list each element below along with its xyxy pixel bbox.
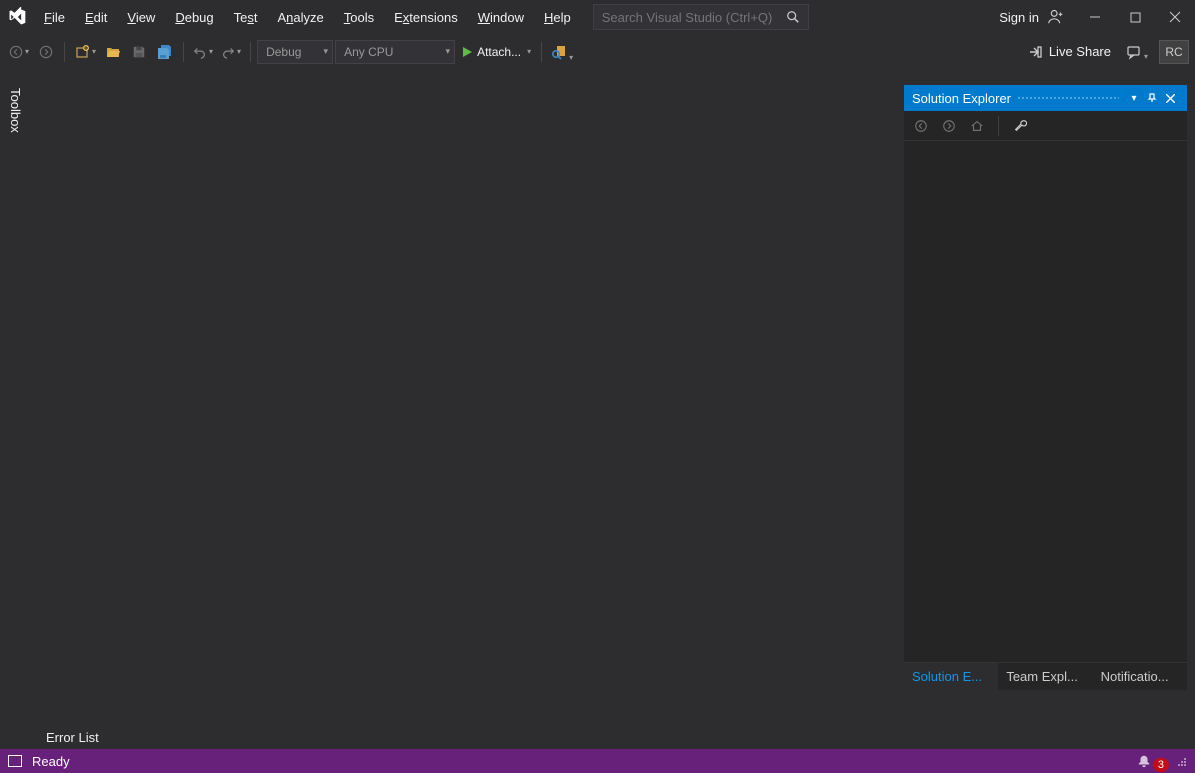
platform-value: Any CPU <box>344 45 393 59</box>
status-text: Ready <box>32 754 70 769</box>
menu-bar: FFileile EditEdit ViewView DebugDebug Te… <box>34 0 581 34</box>
play-icon <box>461 46 473 58</box>
forward-icon[interactable] <box>938 115 960 137</box>
separator <box>541 42 542 62</box>
menu-analyze[interactable]: AnalyzeAnalyze <box>268 0 334 34</box>
save-button[interactable] <box>127 40 151 64</box>
search-box[interactable] <box>593 4 809 30</box>
rc-badge[interactable]: RC <box>1159 40 1189 64</box>
window-position-icon[interactable]: ▾ <box>1125 93 1143 104</box>
properties-icon[interactable] <box>1009 115 1031 137</box>
menu-debug[interactable]: DebugDebug <box>165 0 223 34</box>
new-project-button[interactable]: ▾ <box>71 40 99 64</box>
menu-view[interactable]: ViewView <box>117 0 165 34</box>
bell-icon <box>1137 754 1151 768</box>
menu-help[interactable]: HelpHelp <box>534 0 581 34</box>
notifications-button[interactable]: 3 <box>1137 754 1167 768</box>
bottom-tabs: Error List <box>0 719 1195 749</box>
status-bar: Ready 3 <box>0 749 1195 773</box>
solution-explorer-tree <box>904 141 1187 662</box>
minimize-button[interactable] <box>1075 0 1115 34</box>
error-list-tab[interactable]: Error List <box>36 726 109 749</box>
user-icon <box>1047 8 1065 26</box>
solution-explorer-panel: Solution Explorer ▾ Solution E... Team E… <box>904 85 1187 690</box>
notification-count: 3 <box>1153 758 1169 772</box>
solution-explorer-toolbar <box>904 111 1187 141</box>
window-icon <box>8 755 22 767</box>
maximize-button[interactable] <box>1115 0 1155 34</box>
config-combo[interactable]: Debug <box>257 40 333 64</box>
attach-label: Attach... <box>477 45 521 59</box>
separator <box>998 116 999 136</box>
separator <box>183 42 184 62</box>
menu-test[interactable]: TestTest <box>224 0 268 34</box>
tab-team-explorer[interactable]: Team Expl... <box>998 663 1092 690</box>
separator <box>250 42 251 62</box>
find-in-files-button[interactable]: ▾ <box>548 40 576 64</box>
separator <box>64 42 65 62</box>
redo-button[interactable]: ▾ <box>218 40 244 64</box>
save-all-button[interactable] <box>153 40 177 64</box>
search-icon <box>786 10 800 24</box>
menu-file[interactable]: FFileile <box>34 0 75 34</box>
tab-notifications[interactable]: Notificatio... <box>1093 663 1187 690</box>
search-input[interactable] <box>602 10 786 25</box>
start-attach-button[interactable]: Attach... ▾ <box>457 40 535 64</box>
config-value: Debug <box>266 45 301 59</box>
side-panel-tabs: Solution E... Team Expl... Notificatio..… <box>904 662 1187 690</box>
share-icon <box>1027 44 1043 60</box>
undo-button[interactable]: ▾ <box>190 40 216 64</box>
toolbar: ▾ ▾ ▾ ▾ Debug Any CPU Attach... ▾ ▾ Live… <box>0 34 1195 70</box>
menu-extensions[interactable]: ExtensionsExtensions <box>384 0 468 34</box>
nav-back-button[interactable]: ▾ <box>6 40 32 64</box>
solution-explorer-titlebar[interactable]: Solution Explorer ▾ <box>904 85 1187 111</box>
title-bar: FFileile EditEdit ViewView DebugDebug Te… <box>0 0 1195 34</box>
vs-logo-icon <box>0 7 34 27</box>
toolbox-tab[interactable]: Toolbox <box>6 84 25 137</box>
live-share-label: Live Share <box>1049 44 1111 59</box>
tab-solution-explorer[interactable]: Solution E... <box>904 663 998 690</box>
menu-window[interactable]: WindowWindow <box>468 0 534 34</box>
close-icon[interactable] <box>1161 94 1179 103</box>
sign-in-button[interactable]: Sign in <box>989 8 1075 26</box>
menu-edit[interactable]: EditEdit <box>75 0 117 34</box>
pin-icon[interactable] <box>1143 93 1161 103</box>
back-icon[interactable] <box>910 115 932 137</box>
home-icon[interactable] <box>966 115 988 137</box>
sign-in-label: Sign in <box>999 10 1039 25</box>
solution-explorer-title: Solution Explorer <box>912 91 1011 106</box>
platform-combo[interactable]: Any CPU <box>335 40 455 64</box>
resize-grip-icon <box>1175 755 1187 767</box>
open-file-button[interactable] <box>101 40 125 64</box>
live-share-button[interactable]: Live Share <box>1017 44 1121 60</box>
grip-icon <box>1017 96 1119 101</box>
close-button[interactable] <box>1155 0 1195 34</box>
nav-fwd-button[interactable] <box>34 40 58 64</box>
editor-area: Toolbox Solution Explorer ▾ Solution E..… <box>0 70 1195 719</box>
menu-tools[interactable]: ToolsTools <box>334 0 384 34</box>
feedback-button[interactable]: ▾ <box>1123 40 1151 64</box>
